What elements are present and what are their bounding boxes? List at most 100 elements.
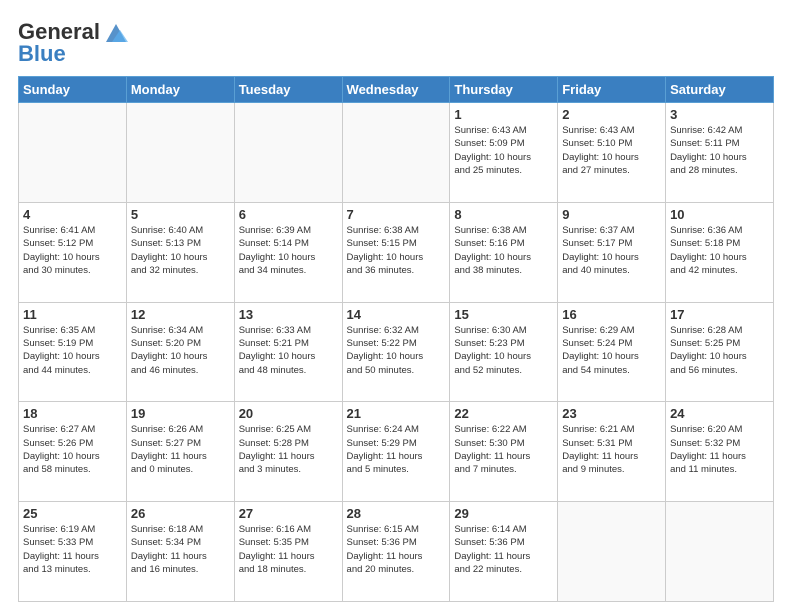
day-info: Sunrise: 6:34 AM Sunset: 5:20 PM Dayligh… — [131, 324, 230, 377]
day-number: 24 — [670, 406, 769, 421]
calendar-cell: 10 Sunrise: 6:36 AM Sunset: 5:18 PM Dayli… — [666, 202, 774, 302]
calendar-cell: 6Sunrise: 6:39 AM Sunset: 5:14 PM Daylig… — [234, 202, 342, 302]
day-info: Sunrise: 6:38 AM Sunset: 5:16 PM Dayligh… — [454, 224, 553, 277]
day-info: Sunrise: 6:19 AM Sunset: 5:33 PM Dayligh… — [23, 523, 122, 576]
logo-icon — [102, 18, 130, 46]
day-info: Sunrise: 6:32 AM Sunset: 5:22 PM Dayligh… — [347, 324, 446, 377]
day-number: 26 — [131, 506, 230, 521]
calendar-table: SundayMondayTuesdayWednesdayThursdayFrid… — [18, 76, 774, 602]
day-number: 29 — [454, 506, 553, 521]
day-number: 5 — [131, 207, 230, 222]
calendar-cell: 7 Sunrise: 6:38 AM Sunset: 5:15 PM Daylig… — [342, 202, 450, 302]
day-number: 13 — [239, 307, 338, 322]
day-number: 6 — [239, 207, 338, 222]
calendar-cell: 15 Sunrise: 6:30 AM Sunset: 5:23 PM Dayli… — [450, 302, 558, 402]
calendar-cell: 8 Sunrise: 6:38 AM Sunset: 5:16 PM Daylig… — [450, 202, 558, 302]
calendar-cell: 19Sunrise: 6:26 AM Sunset: 5:27 PM Dayli… — [126, 402, 234, 502]
day-number: 8 — [454, 207, 553, 222]
calendar-cell: 4 Sunrise: 6:41 AM Sunset: 5:12 PM Daylig… — [19, 202, 127, 302]
day-number: 21 — [347, 406, 446, 421]
day-info: Sunrise: 6:25 AM Sunset: 5:28 PM Dayligh… — [239, 423, 338, 476]
day-number: 10 — [670, 207, 769, 222]
day-info: Sunrise: 6:30 AM Sunset: 5:23 PM Dayligh… — [454, 324, 553, 377]
header: General Blue — [18, 18, 774, 66]
day-number: 3 — [670, 107, 769, 122]
weekday-monday: Monday — [126, 77, 234, 103]
calendar-cell: 27 Sunrise: 6:16 AM Sunset: 5:35 PM Dayli… — [234, 502, 342, 602]
calendar-cell: 23Sunrise: 6:21 AM Sunset: 5:31 PM Dayli… — [558, 402, 666, 502]
calendar-cell: 9 Sunrise: 6:37 AM Sunset: 5:17 PM Daylig… — [558, 202, 666, 302]
day-info: Sunrise: 6:16 AM Sunset: 5:35 PM Dayligh… — [239, 523, 338, 576]
week-row-2: 4 Sunrise: 6:41 AM Sunset: 5:12 PM Daylig… — [19, 202, 774, 302]
day-number: 27 — [239, 506, 338, 521]
weekday-wednesday: Wednesday — [342, 77, 450, 103]
day-number: 20 — [239, 406, 338, 421]
weekday-friday: Friday — [558, 77, 666, 103]
day-number: 11 — [23, 307, 122, 322]
day-info: Sunrise: 6:37 AM Sunset: 5:17 PM Dayligh… — [562, 224, 661, 277]
calendar-cell: 2Sunrise: 6:43 AM Sunset: 5:10 PM Daylig… — [558, 103, 666, 203]
day-info: Sunrise: 6:22 AM Sunset: 5:30 PM Dayligh… — [454, 423, 553, 476]
week-row-5: 25 Sunrise: 6:19 AM Sunset: 5:33 PM Dayli… — [19, 502, 774, 602]
calendar-cell: 13 Sunrise: 6:33 AM Sunset: 5:21 PM Dayli… — [234, 302, 342, 402]
page: General Blue SundayMondayTuesdayWednesda… — [0, 0, 792, 612]
day-number: 16 — [562, 307, 661, 322]
calendar-cell: 3Sunrise: 6:42 AM Sunset: 5:11 PM Daylig… — [666, 103, 774, 203]
day-number: 9 — [562, 207, 661, 222]
calendar-cell: 28 Sunrise: 6:15 AM Sunset: 5:36 PM Dayli… — [342, 502, 450, 602]
weekday-saturday: Saturday — [666, 77, 774, 103]
calendar-cell — [234, 103, 342, 203]
day-info: Sunrise: 6:20 AM Sunset: 5:32 PM Dayligh… — [670, 423, 769, 476]
day-number: 15 — [454, 307, 553, 322]
calendar-cell: 22 Sunrise: 6:22 AM Sunset: 5:30 PM Dayli… — [450, 402, 558, 502]
week-row-4: 18Sunrise: 6:27 AM Sunset: 5:26 PM Dayli… — [19, 402, 774, 502]
calendar-cell: 1Sunrise: 6:43 AM Sunset: 5:09 PM Daylig… — [450, 103, 558, 203]
calendar-cell — [558, 502, 666, 602]
day-number: 17 — [670, 307, 769, 322]
day-number: 1 — [454, 107, 553, 122]
day-number: 2 — [562, 107, 661, 122]
calendar-cell — [19, 103, 127, 203]
calendar-cell — [666, 502, 774, 602]
logo-text2: Blue — [18, 42, 66, 66]
day-info: Sunrise: 6:28 AM Sunset: 5:25 PM Dayligh… — [670, 324, 769, 377]
day-info: Sunrise: 6:33 AM Sunset: 5:21 PM Dayligh… — [239, 324, 338, 377]
calendar-cell — [342, 103, 450, 203]
week-row-3: 11 Sunrise: 6:35 AM Sunset: 5:19 PM Dayli… — [19, 302, 774, 402]
day-number: 4 — [23, 207, 122, 222]
logo: General Blue — [18, 18, 130, 66]
day-number: 12 — [131, 307, 230, 322]
calendar-cell: 29Sunrise: 6:14 AM Sunset: 5:36 PM Dayli… — [450, 502, 558, 602]
day-info: Sunrise: 6:40 AM Sunset: 5:13 PM Dayligh… — [131, 224, 230, 277]
day-info: Sunrise: 6:36 AM Sunset: 5:18 PM Dayligh… — [670, 224, 769, 277]
day-info: Sunrise: 6:35 AM Sunset: 5:19 PM Dayligh… — [23, 324, 122, 377]
day-info: Sunrise: 6:41 AM Sunset: 5:12 PM Dayligh… — [23, 224, 122, 277]
calendar-cell: 18Sunrise: 6:27 AM Sunset: 5:26 PM Dayli… — [19, 402, 127, 502]
weekday-tuesday: Tuesday — [234, 77, 342, 103]
calendar-cell: 20 Sunrise: 6:25 AM Sunset: 5:28 PM Dayli… — [234, 402, 342, 502]
day-number: 22 — [454, 406, 553, 421]
day-number: 25 — [23, 506, 122, 521]
weekday-header-row: SundayMondayTuesdayWednesdayThursdayFrid… — [19, 77, 774, 103]
calendar-cell: 11 Sunrise: 6:35 AM Sunset: 5:19 PM Dayli… — [19, 302, 127, 402]
calendar-cell: 24 Sunrise: 6:20 AM Sunset: 5:32 PM Dayli… — [666, 402, 774, 502]
calendar-cell: 21 Sunrise: 6:24 AM Sunset: 5:29 PM Dayli… — [342, 402, 450, 502]
day-info: Sunrise: 6:38 AM Sunset: 5:15 PM Dayligh… — [347, 224, 446, 277]
calendar-cell: 14 Sunrise: 6:32 AM Sunset: 5:22 PM Dayli… — [342, 302, 450, 402]
day-info: Sunrise: 6:15 AM Sunset: 5:36 PM Dayligh… — [347, 523, 446, 576]
weekday-sunday: Sunday — [19, 77, 127, 103]
day-info: Sunrise: 6:26 AM Sunset: 5:27 PM Dayligh… — [131, 423, 230, 476]
day-info: Sunrise: 6:29 AM Sunset: 5:24 PM Dayligh… — [562, 324, 661, 377]
day-number: 28 — [347, 506, 446, 521]
day-number: 18 — [23, 406, 122, 421]
day-info: Sunrise: 6:24 AM Sunset: 5:29 PM Dayligh… — [347, 423, 446, 476]
week-row-1: 1Sunrise: 6:43 AM Sunset: 5:09 PM Daylig… — [19, 103, 774, 203]
day-number: 7 — [347, 207, 446, 222]
day-info: Sunrise: 6:18 AM Sunset: 5:34 PM Dayligh… — [131, 523, 230, 576]
weekday-thursday: Thursday — [450, 77, 558, 103]
calendar-cell — [126, 103, 234, 203]
calendar-cell: 12 Sunrise: 6:34 AM Sunset: 5:20 PM Dayli… — [126, 302, 234, 402]
calendar-cell: 25 Sunrise: 6:19 AM Sunset: 5:33 PM Dayli… — [19, 502, 127, 602]
calendar-cell: 16 Sunrise: 6:29 AM Sunset: 5:24 PM Dayli… — [558, 302, 666, 402]
day-number: 14 — [347, 307, 446, 322]
